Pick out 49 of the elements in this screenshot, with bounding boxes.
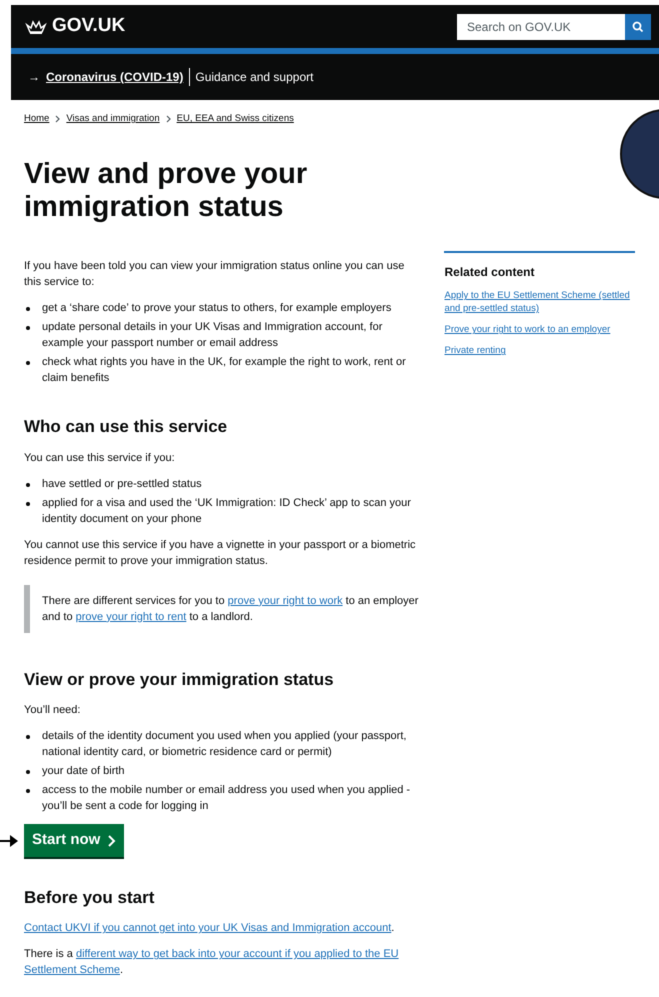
bullet-icon — [26, 735, 30, 740]
page-title: View and prove your immigration status — [24, 158, 308, 224]
section-heading: View or prove your immigration status — [24, 668, 335, 691]
related-link[interactable]: Private renting — [444, 344, 635, 358]
start-button[interactable]: Start now — [24, 824, 124, 857]
covid-link[interactable]: Coronavirus (COVID-19) — [46, 68, 184, 86]
breadcrumb-link[interactable]: Visas and immigration — [66, 112, 160, 126]
related-link[interactable]: Prove your right to work to an employer — [444, 323, 635, 336]
text-link[interactable]: prove your right to rent — [76, 610, 186, 623]
paragraph: Contact UKVI if you cannot get into your UK Visas and Immigration account. — [24, 921, 396, 936]
crown-icon — [25, 18, 47, 34]
search-icon[interactable] — [625, 14, 651, 40]
list-item: details of the identity document you used when you applied (your passport, national identity card, or biometric residence card or permit) — [42, 729, 408, 760]
bullet-icon — [26, 502, 30, 506]
section-heading: Before you start — [24, 886, 156, 909]
text-link[interactable]: different way to get back into your account if you applied to the EU — [76, 948, 399, 960]
chevron-right-icon — [55, 115, 60, 124]
bullet-icon — [26, 307, 30, 312]
paragraph: You’ll need: — [24, 703, 82, 718]
breadcrumb-link[interactable]: EU, EEA and Swiss citizens — [176, 112, 294, 126]
arrow-glyph: → — [28, 69, 40, 86]
text-link[interactable]: Settlement Scheme — [24, 964, 120, 976]
paragraph: You cannot use this service if you have a vignette in your passport or a biometric residence permit to prove your immigration status. — [24, 538, 417, 569]
pointer-arrow-icon — [0, 834, 18, 846]
list-item: check what rights you have in the UK, for example the right to work, rent or claim benefits — [42, 355, 407, 386]
bullet-icon — [26, 770, 30, 774]
breadcrumb-link[interactable]: Home — [24, 112, 50, 126]
paragraph: If you have been told you can view your immigration status online you can use this service to: — [24, 259, 406, 290]
related-link[interactable]: Apply to the EU Settlement Scheme (settled and pre-settled status) — [444, 289, 635, 316]
bullet-icon — [26, 361, 30, 366]
logo-text[interactable]: GOV.UK — [52, 12, 126, 41]
section-heading: Who can use this service — [24, 416, 228, 438]
banner-text: Guidance and support — [189, 68, 314, 86]
list-item: have settled or pre-settled status — [42, 476, 202, 492]
list-item: get a ‘share code’ to prove your status to others, for example employers — [42, 301, 392, 316]
bullet-icon — [26, 326, 30, 330]
paragraph: There are different services for you to prove your right to work to an employer and to prove your right to rent to a landlord. — [42, 594, 420, 625]
bullet-icon — [26, 482, 30, 487]
chevron-right-icon — [166, 115, 171, 124]
text-link[interactable]: Contact UKVI if you cannot get into your UK Visas and Immigration account — [24, 922, 392, 934]
list-item: access to the mobile number or email address you used when you applied - you’ll be sent a code for logging in — [42, 783, 412, 814]
bullet-icon — [26, 789, 30, 794]
related-heading: Related content — [444, 264, 536, 282]
paragraph: There is a different way to get back into your account if you applied to the EU Settlement Scheme. — [24, 947, 400, 978]
paragraph: You can use this service if you: — [24, 450, 176, 466]
text-link[interactable]: prove your right to work — [228, 594, 343, 607]
chevron-right-icon — [108, 834, 116, 846]
list-item: your date of birth — [42, 764, 125, 780]
list-item: applied for a visa and used the ‘UK Immigration: ID Check’ app to scan your identity document on your phone — [42, 496, 412, 527]
